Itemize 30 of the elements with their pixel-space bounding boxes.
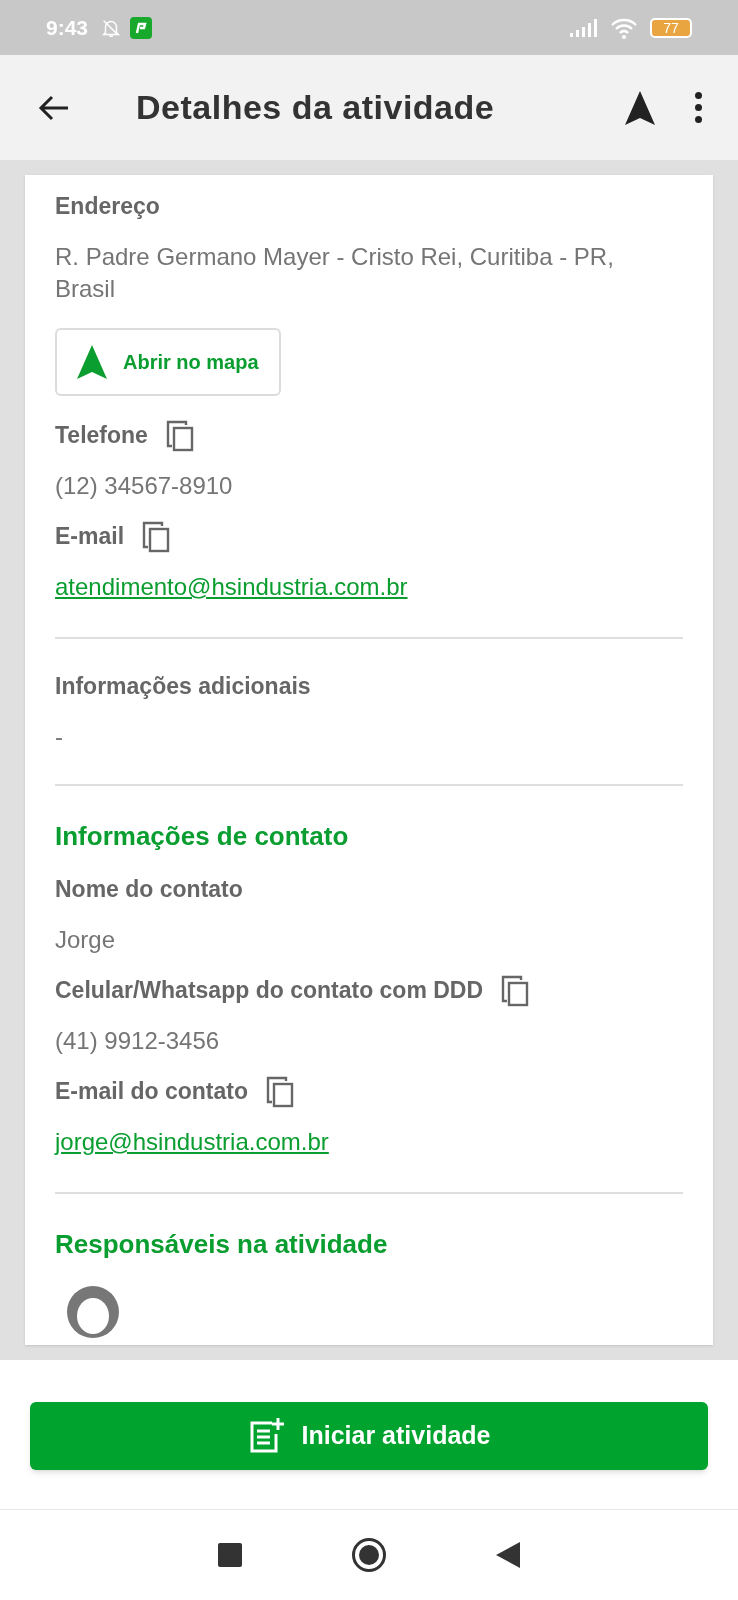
field-label: Endereço [55, 192, 160, 222]
field-value: R. Padre Germano Mayer - Cristo Rei, Curitiba - PR, Brasil [55, 242, 615, 304]
section-heading: Responsáveis na atividade [55, 1227, 389, 1261]
back-nav-button[interactable] [496, 1542, 520, 1568]
field-label: Telefone [55, 421, 148, 451]
email-link[interactable]: jorge@hsindustria.com.br [55, 1128, 329, 1155]
section-heading: Informações de contato [55, 819, 350, 853]
copy-icon[interactable] [142, 520, 171, 553]
field-label: Nome do contato [55, 875, 243, 905]
field-label: E-mail [55, 522, 125, 552]
wifi-icon [610, 16, 638, 39]
navigation-arrow-icon [77, 345, 107, 379]
field-value: - [55, 722, 64, 752]
field-label: E-mail do contato [55, 1077, 248, 1107]
copy-icon[interactable] [265, 1075, 294, 1108]
copy-icon[interactable] [165, 419, 194, 452]
field-value: (12) 34567-8910 [55, 471, 234, 501]
email-link[interactable]: atendimento@hsindustria.com.br [55, 573, 408, 600]
field-value: (41) 9912-3456 [55, 1026, 221, 1056]
open-map-button[interactable]: Abrir no mapa [55, 328, 281, 396]
field-label: Informações adicionais [55, 672, 311, 702]
field-label: Celular/Whatsapp do contato com DDD [55, 976, 484, 1006]
screen-title: Detalhes da atividade [136, 87, 495, 128]
field-value: Jorge [55, 925, 117, 955]
copy-icon[interactable] [501, 974, 530, 1007]
start-activity-button[interactable]: Iniciar atividade [30, 1402, 708, 1470]
home-button[interactable] [352, 1538, 386, 1572]
battery-icon: 77 [650, 17, 692, 38]
app-notification-icon [130, 16, 153, 39]
signal-icon [570, 18, 598, 37]
